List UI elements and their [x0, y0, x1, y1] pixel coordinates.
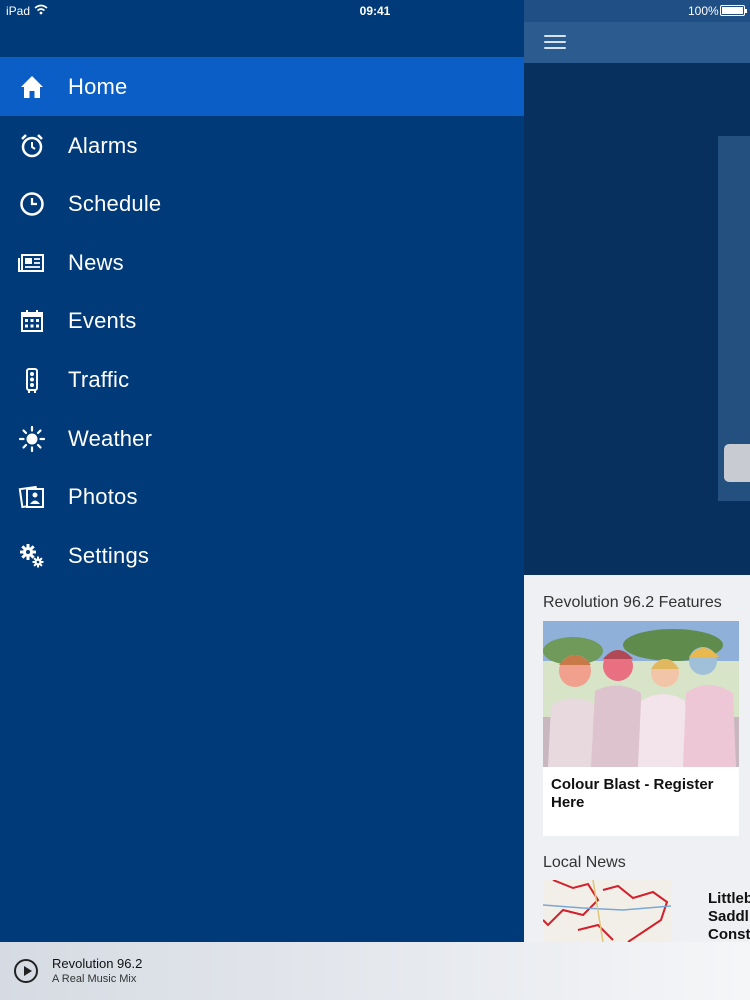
- menu-item-home[interactable]: Home: [0, 57, 524, 116]
- drawer-menu: Home Alarms Schedule News Events Traffic…: [0, 57, 524, 584]
- news-map-thumbnail[interactable]: [543, 880, 671, 942]
- menu-item-schedule[interactable]: Schedule: [0, 174, 524, 233]
- hero-banner: [524, 63, 750, 575]
- hero-button[interactable]: [724, 444, 750, 482]
- clock-icon: [20, 192, 44, 216]
- traffic-light-icon: [26, 367, 38, 393]
- hamburger-menu-icon[interactable]: [544, 33, 566, 51]
- menu-item-events[interactable]: Events: [0, 291, 524, 350]
- menu-item-settings[interactable]: Settings: [0, 526, 524, 585]
- battery-percent: 100%: [688, 4, 719, 18]
- calendar-icon: [21, 310, 43, 333]
- news-headline[interactable]: Littleb Saddl Const: [708, 890, 750, 944]
- photos-icon: [18, 486, 44, 509]
- feature-caption: Colour Blast - Register Here: [551, 776, 714, 811]
- station-tagline: A Real Music Mix: [52, 973, 137, 985]
- battery-icon: [720, 5, 747, 16]
- main-nav-bar: [524, 22, 750, 63]
- mini-player[interactable]: Revolution 96.2 A Real Music Mix: [0, 942, 750, 1000]
- clock-time: 09:41: [359, 4, 391, 18]
- station-name: Revolution 96.2: [52, 956, 143, 971]
- main-content: Revolution 96.2 Features Colour Blast - …: [524, 0, 750, 1000]
- menu-item-photos[interactable]: Photos: [0, 467, 524, 526]
- play-button[interactable]: [14, 959, 38, 983]
- newspaper-icon: [18, 253, 44, 272]
- gears-icon: [20, 543, 44, 568]
- feature-photo: [543, 621, 739, 767]
- feature-card[interactable]: Colour Blast - Register Here: [543, 621, 739, 836]
- side-drawer: Home Alarms Schedule News Events Traffic…: [0, 0, 524, 942]
- sun-icon: [18, 425, 46, 452]
- menu-item-weather[interactable]: Weather: [0, 409, 524, 468]
- home-icon: [21, 76, 43, 98]
- menu-item-news[interactable]: News: [0, 233, 524, 292]
- features-section-title: Revolution 96.2 Features: [543, 594, 722, 611]
- status-bar: iPad 09:41 100%: [0, 0, 750, 22]
- local-news-title: Local News: [543, 854, 626, 871]
- menu-item-traffic[interactable]: Traffic: [0, 350, 524, 409]
- alarm-clock-icon: [21, 133, 43, 157]
- menu-item-alarms[interactable]: Alarms: [0, 116, 524, 175]
